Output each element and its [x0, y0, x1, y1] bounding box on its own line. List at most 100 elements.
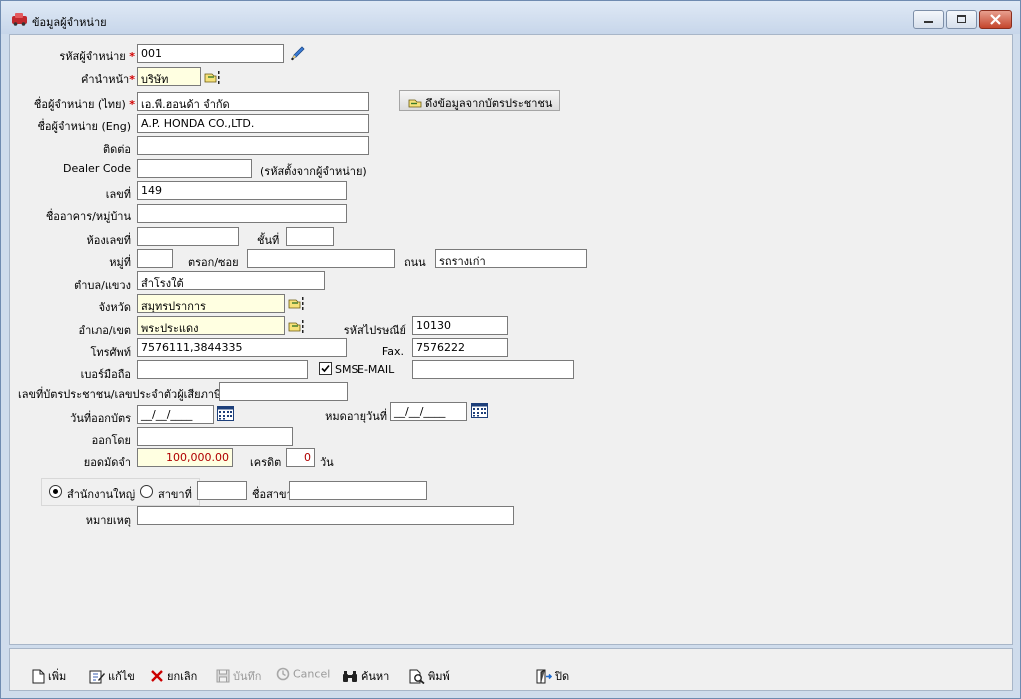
name-th-label: ชื่อผู้จำหน่าย (ไทย) * [33, 98, 135, 111]
soi-input[interactable] [247, 249, 395, 268]
tax-id-input[interactable] [219, 382, 348, 401]
sms-label: SMS [335, 363, 359, 376]
province-lookup-icon[interactable] [288, 297, 305, 310]
credit-unit-label: วัน [320, 456, 334, 469]
pen-icon[interactable] [289, 44, 307, 62]
credit-limit-input[interactable]: 100,000.00 [137, 448, 233, 467]
maximize-button[interactable] [946, 10, 977, 29]
window-title: ข้อมูลผู้จำหน่าย [32, 16, 107, 29]
calendar-icon[interactable] [217, 406, 234, 421]
phone-input[interactable]: 7576111,3844335 [137, 338, 347, 357]
district-lookup-icon[interactable] [288, 320, 305, 333]
branch-no-input[interactable] [197, 481, 247, 500]
house-no-label: เลขที่ [105, 188, 131, 201]
house-no-input[interactable]: 149 [137, 181, 347, 200]
form-panel: รหัสผู้จำหน่าย * 001 คำนำหน้า* บริษัท ชื… [9, 34, 1013, 645]
moo-input[interactable] [137, 249, 173, 268]
fax-label: Fax. [381, 345, 404, 358]
room-label: ห้องเลขที่ [86, 234, 132, 247]
branch-radio[interactable] [140, 485, 153, 498]
prefix-input[interactable]: บริษัท [137, 67, 201, 86]
building-label: ชื่ออาคาร/หมู่บ้าน [45, 210, 131, 223]
app-icon [12, 13, 27, 26]
province-input[interactable]: สมุทรปราการ [137, 294, 285, 313]
branch-label: สาขาที่ [158, 488, 192, 501]
print-preview-icon [409, 669, 425, 684]
read-id-card-button[interactable]: ดึงข้อมูลจากบัตรประชาชน [399, 90, 560, 111]
exit-door-icon [536, 669, 552, 683]
branch-name-label: ชื่อสาขา [252, 488, 293, 501]
close-window-button[interactable] [979, 10, 1012, 29]
name-en-label: ชื่อผู้จำหน่าย (Eng) [37, 120, 131, 133]
minimize-icon [924, 21, 933, 23]
email-label: E-MAIL [357, 363, 395, 376]
note-label: หมายเหตุ [85, 514, 131, 527]
head-office-radio[interactable] [49, 485, 62, 498]
tax-id-label: เลขที่บัตรประชาชน/เลขประจำตัวผู้เสียภาษี [18, 388, 222, 401]
issue-date-input[interactable]: __/__/____ [137, 405, 214, 424]
phone-label: โทรศัพท์ [90, 346, 131, 359]
close-icon [990, 14, 1001, 25]
postcode-input[interactable]: 10130 [412, 316, 508, 335]
checkmark-icon [321, 364, 330, 373]
building-input[interactable] [137, 204, 347, 223]
save-button[interactable]: บันทึก [216, 667, 261, 683]
expiry-calendar-icon[interactable] [471, 403, 488, 418]
title-bar[interactable]: ข้อมูลผู้จำหน่าย [1, 1, 1020, 34]
credit-input[interactable]: 0 [286, 448, 315, 467]
code-input[interactable]: 001 [137, 44, 284, 63]
minimize-button[interactable] [913, 10, 944, 29]
subdistrict-label: ตำบล/แขวง [74, 279, 131, 292]
district-label: อำเภอ/เขต [78, 324, 131, 337]
road-label: ถนน [404, 256, 426, 269]
new-document-icon [32, 669, 45, 683]
search-button[interactable]: ค้นหา [342, 667, 389, 683]
mobile-label: เบอร์มือถือ [80, 368, 131, 381]
district-input[interactable]: พระประแดง [137, 316, 285, 335]
credit-limit-label: ยอดมัดจำ [83, 456, 131, 469]
add-button[interactable]: เพิ่ม [32, 667, 66, 683]
x-icon [151, 670, 163, 682]
name-th-input[interactable]: เอ.พี.ฮอนด้า จำกัด [137, 92, 369, 111]
app-window: ข้อมูลผู้จำหน่าย รหัสผู้จำหน่าย * 001 คำ… [0, 0, 1021, 699]
pointing-hand-icon [408, 99, 422, 108]
road-input[interactable]: รถรางเก่า [435, 249, 587, 268]
dealer-code-hint: (รหัสตั้งจากผู้จำหน่าย) [260, 165, 367, 178]
edit-icon [89, 670, 105, 683]
toolbar: เพิ่ม แก้ไข ยกเลิก บันทึก Cancel ค้นหา พ… [9, 648, 1013, 691]
lookup-icon[interactable] [204, 71, 221, 84]
note-input[interactable] [137, 506, 514, 525]
moo-label: หมู่ที่ [109, 256, 131, 269]
province-label: จังหวัด [98, 301, 131, 314]
head-office-label: สำนักงานใหญ่ [67, 488, 136, 501]
floor-input[interactable] [286, 227, 334, 246]
code-label: รหัสผู้จำหน่าย * [59, 50, 135, 63]
binoculars-icon [343, 670, 357, 682]
undo-icon [276, 667, 290, 681]
branch-name-input[interactable] [289, 481, 427, 500]
dealer-code-input[interactable] [137, 159, 252, 178]
prefix-label: คำนำหน้า* [81, 73, 135, 86]
cancel-button[interactable]: Cancel [276, 667, 330, 683]
mobile-input[interactable] [137, 360, 308, 379]
contact-input[interactable] [137, 136, 369, 155]
contact-label: ติดต่อ [102, 143, 131, 156]
fax-input[interactable]: 7576222 [412, 338, 508, 357]
postcode-label: รหัสไปรษณีย์ [343, 324, 406, 337]
subdistrict-input[interactable]: สำโรงใต้ [137, 271, 325, 290]
expiry-date-label: หมดอายุวันที่ [325, 410, 387, 423]
dealer-code-label: Dealer Code [63, 162, 131, 175]
soi-label: ตรอก/ซอย [188, 256, 239, 269]
email-input[interactable] [412, 360, 574, 379]
edit-button[interactable]: แก้ไข [89, 667, 135, 683]
sms-checkbox[interactable] [319, 362, 332, 375]
room-input[interactable] [137, 227, 239, 246]
close-button[interactable]: ปิด [536, 667, 569, 683]
name-en-input[interactable]: A.P. HONDA CO.,LTD. [137, 114, 369, 133]
print-button[interactable]: พิมพ์ [409, 667, 450, 684]
issued-by-input[interactable] [137, 427, 293, 446]
maximize-icon [957, 15, 966, 23]
expiry-date-input[interactable]: __/__/____ [390, 402, 467, 421]
delete-button[interactable]: ยกเลิก [150, 667, 197, 683]
issue-date-label: วันที่ออกบัตร [70, 412, 131, 425]
